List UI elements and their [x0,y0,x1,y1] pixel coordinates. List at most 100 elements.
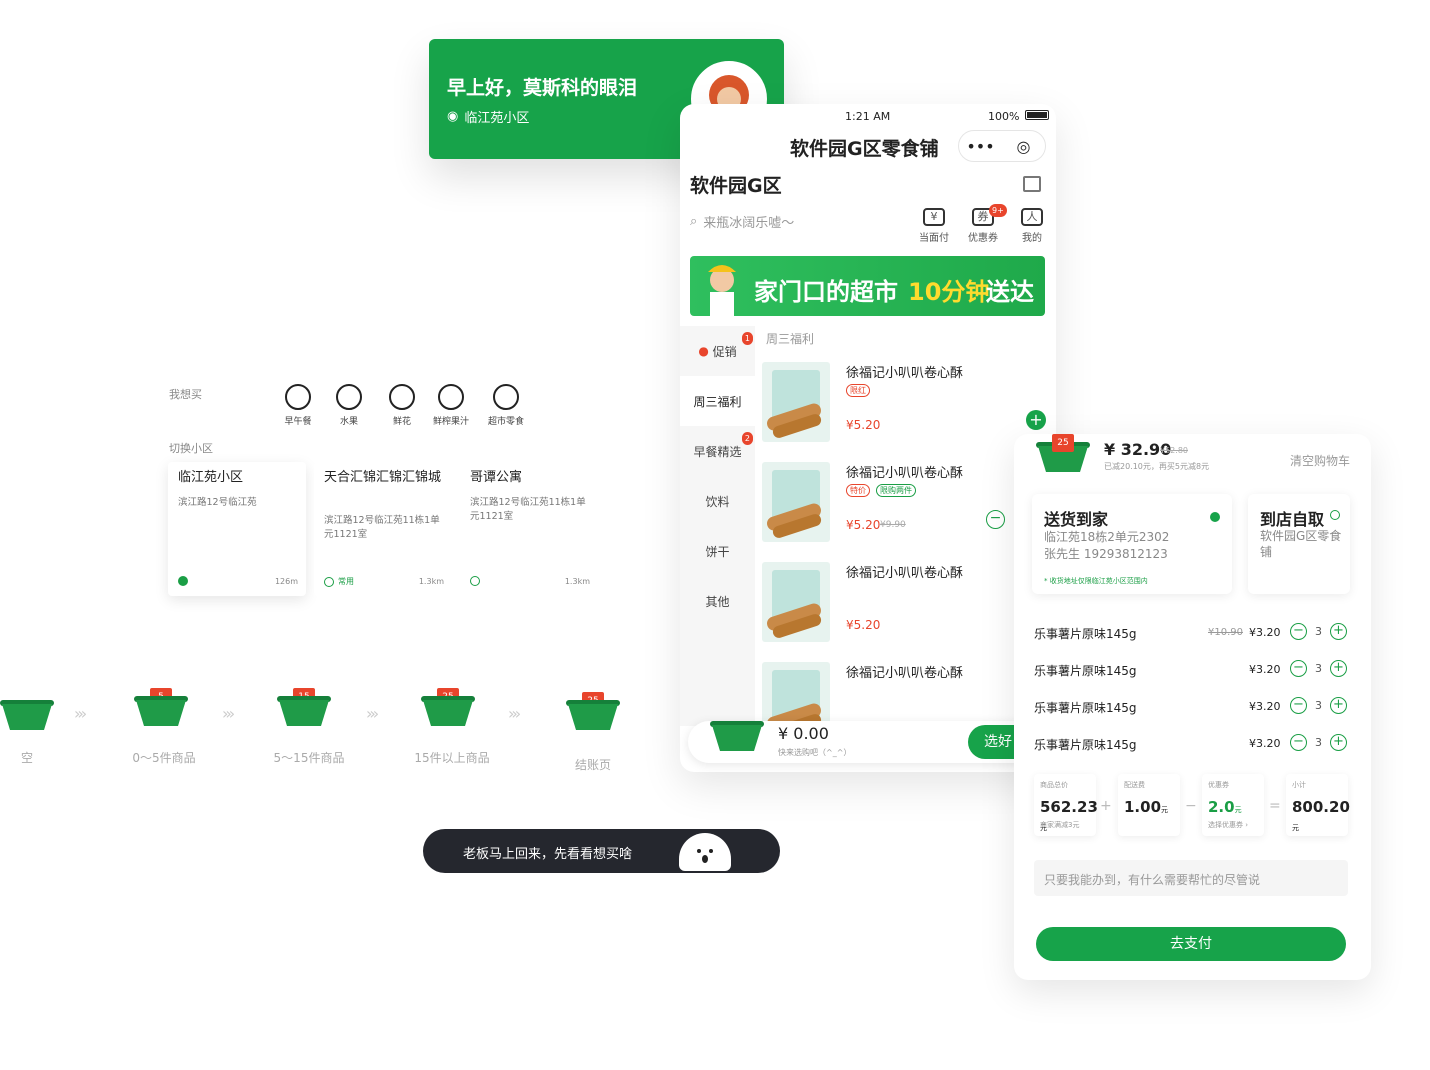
item-qty: 3 [1315,625,1322,638]
coupon-button[interactable]: 券 优惠券 9+ [963,204,1007,244]
radio-icon [470,576,480,586]
store-name: 软件园G区 [690,175,782,197]
product-name: 徐福记小叭叭卷心酥 [846,366,964,381]
banner-text-1: 家门口的超市 [754,278,898,306]
category-brunch[interactable]: 早午餐 [274,384,322,427]
summary-coupon[interactable]: 优惠券 2.0元 选择优惠券 › [1202,774,1264,836]
store-icon [493,384,519,410]
delivery-person-icon [708,265,736,316]
add-to-cart-icon[interactable]: + [1026,410,1046,430]
item-price: ¥3.20 [1249,700,1281,713]
product-card[interactable]: 徐福记小叭叭卷心酥 ¥5.20 [762,562,1052,662]
product-image [762,362,830,442]
item-old-price: ¥10.90 [1208,627,1243,638]
increase-button[interactable]: + [1330,697,1347,714]
product-card[interactable]: 徐福记小叭叭卷心酥 限红 ¥5.20 [762,362,1052,462]
category-breakfast[interactable]: 早餐精选 2 [680,426,755,476]
category-juice[interactable]: 鲜榨果汁 [427,384,475,427]
product-price: ¥5.20 [846,618,881,632]
community-card[interactable]: 临江苑小区 滨江路12号临江苑 126m [168,462,306,596]
community-card[interactable]: 哥谭公寓 滨江路12号临江苑11栋1单元1121室 1.3km [460,462,598,596]
item-price: ¥3.20 [1249,663,1281,676]
item-qty: 3 [1315,699,1322,712]
basket-25-icon: 25 [421,688,475,726]
item-price: ¥3.20 [1249,626,1281,639]
coupon-badge: 9+ [989,204,1007,217]
mine-button[interactable]: 人 我的 [1012,208,1052,244]
product-card[interactable]: 徐福记小叭叭卷心酥 特价 限购两件 ¥5.20 ¥9.90 [762,462,1052,562]
basket-icon[interactable]: 25 [1036,434,1090,472]
selected-radio-icon[interactable] [1210,512,1220,522]
cart-item: 乐事薯片原味145g ¥3.20 − 3 + [1034,660,1349,680]
checkout-panel: 25 ¥ 32.90 ¥52.80 已减20.10元，再买5元减8元 清空购物车… [1014,434,1371,980]
rice-bowl-icon [285,384,311,410]
selected-dot-icon [178,576,188,586]
search-placeholder: 来瓶冰阔乐嘘～ [703,216,795,231]
basket-icon[interactable] [710,713,764,751]
remove-from-cart-icon[interactable]: − [986,510,1005,529]
fire-icon: ● [698,344,709,358]
checkout-old-total: ¥52.80 [1160,446,1188,455]
decrease-button[interactable]: − [1290,734,1307,751]
more-icon[interactable]: ••• [959,137,1002,156]
item-name: 乐事薯片原味145g [1034,701,1137,715]
item-name: 乐事薯片原味145g [1034,664,1137,678]
decrease-button[interactable]: − [1290,660,1307,677]
search-input[interactable]: ⌕ 来瓶冰阔乐嘘～ [690,212,794,231]
product-price: ¥5.20 [846,518,881,532]
fruit-icon [336,384,362,410]
category-wednesday[interactable]: 周三福利 [680,376,755,426]
product-image [762,562,830,642]
basket-15-icon: 15 [277,688,331,726]
category-snacks[interactable]: 超市零食 [482,384,530,427]
close-icon[interactable]: ◎ [1002,137,1045,156]
basket-checkout-icon: 25 [566,692,620,730]
flower-icon [389,384,415,410]
category-other[interactable]: 其他 [680,576,755,626]
user-icon: 人 [1021,208,1043,226]
increase-button[interactable]: + [1330,734,1347,751]
cart-item: 乐事薯片原味145g ¥3.20 − 3 + [1034,697,1349,717]
decrease-button[interactable]: − [1290,623,1307,640]
product-name: 徐福记小叭叭卷心酥 [846,566,964,581]
decrease-button[interactable]: − [1290,697,1307,714]
basket-state-label: 空 [20,751,33,765]
delivery-option[interactable]: 送货到家 临江苑18栋2单元2302 张先生 19293812123 * 收货地… [1032,494,1232,594]
summary-delivery-fee: 配送费 1.00元 [1118,774,1180,836]
summary-subtotal: 小计 800.20元 [1286,774,1350,836]
section-title: 周三福利 [766,332,815,346]
cart-bar[interactable]: ¥ 0.00 快来选购吧（^_^） 选好 [688,721,1056,763]
promo-banner[interactable]: 家门口的超市 10分钟 送达 [690,256,1045,316]
pickup-option[interactable]: 到店自取 软件园G区零食铺 [1248,494,1350,594]
banner-text-2: 10分钟 [908,278,990,306]
share-icon[interactable] [1023,176,1041,192]
checkout-discount-text: 已减20.10元，再买5元减8元 [1104,462,1210,471]
cart-item: 乐事薯片原味145g ¥3.20 − 3 + [1034,734,1349,754]
product-tag: 限红 [846,384,870,397]
product-old-price: ¥9.90 [880,520,906,530]
location-text: 临江苑小区 [464,111,530,126]
category-flower[interactable]: 鲜花 [378,384,426,427]
category-fruit[interactable]: 水果 [325,384,373,427]
increase-button[interactable]: + [1330,660,1347,677]
community-card[interactable]: 天合汇锦汇锦汇锦城 滨江路12号临江苑11栋1单元1121室 常用 1.3km [314,462,452,596]
unselected-radio-icon[interactable] [1330,510,1340,520]
increase-button[interactable]: + [1330,623,1347,640]
radio-icon [324,576,334,587]
item-price: ¥3.20 [1249,737,1281,750]
category-promo[interactable]: ● 促销 1 [680,326,755,376]
product-price: ¥5.20 [846,418,881,432]
pay-button[interactable]: 去支付 [1036,927,1346,961]
category-drinks[interactable]: 饮料 [680,476,755,526]
toast-message: 老板马上回来，先看看想买啥 [423,829,780,873]
item-name: 乐事薯片原味145g [1034,738,1137,752]
clear-cart-button[interactable]: 清空购物车 [1290,452,1350,469]
delivery-address[interactable]: 临江苑18栋2单元2302 [1044,528,1169,545]
category-biscuits[interactable]: 饼干 [680,526,755,576]
product-tag: 限购两件 [876,484,916,497]
miniapp-capsule[interactable]: ••• ◎ [958,130,1046,162]
message-input[interactable]: 只要我能办到，有什么需要帮忙的尽管说 [1034,860,1348,896]
pay-in-person-button[interactable]: ¥ 当面付 [914,208,954,244]
yuan-icon: ¥ [923,208,945,226]
location-label[interactable]: ◉ 临江苑小区 [447,107,529,126]
